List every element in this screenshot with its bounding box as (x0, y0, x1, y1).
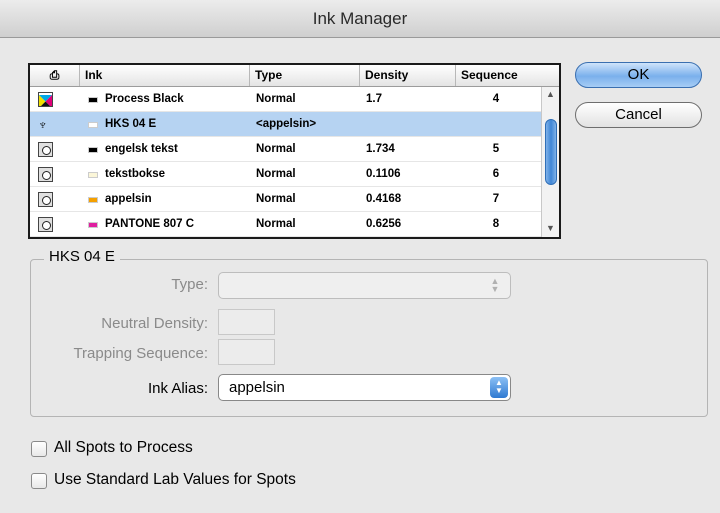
all-spots-to-process-label[interactable]: All Spots to Process (54, 439, 193, 457)
table-row[interactable]: appelsin Normal 0.4168 7 (30, 187, 541, 212)
ink-type-cell: Normal (256, 93, 296, 105)
ink-icon-cell[interactable] (30, 87, 80, 112)
ok-button[interactable]: OK (575, 62, 702, 88)
spot-icon (38, 192, 53, 207)
scroll-thumb[interactable] (545, 119, 557, 185)
ink-sequence-cell (456, 112, 536, 137)
ink-name-cell: PANTONE 807 C (80, 212, 250, 237)
ink-type-cell: <appelsin> (256, 118, 317, 130)
neutral-density-field[interactable] (218, 309, 275, 335)
ink-name: HKS 04 E (105, 118, 157, 130)
ink-density-cell: 0.1106 (366, 168, 401, 180)
spot-icon (38, 217, 53, 232)
ink-name: engelsk tekst (105, 143, 178, 155)
ink-swatch (88, 97, 98, 103)
ink-name: Process Black (105, 93, 184, 105)
ink-type-cell: Normal (256, 168, 296, 180)
table-scrollbar[interactable]: ▲ ▼ (541, 87, 559, 237)
alias-icon: ♆ (38, 117, 48, 132)
type-label: Type: (171, 276, 208, 293)
column-header-ink[interactable]: Ink (80, 65, 250, 86)
ink-icon-cell[interactable] (30, 187, 80, 212)
group-title: HKS 04 E (44, 248, 120, 265)
all-spots-to-process-checkbox[interactable] (31, 441, 47, 457)
ink-name-cell: HKS 04 E (80, 112, 250, 137)
table-row[interactable]: Process Black Normal 1.7 4 (30, 87, 541, 112)
ink-name: appelsin (105, 193, 152, 205)
ink-type-cell: Normal (256, 143, 296, 155)
table-row[interactable]: tekstbokse Normal 0.1106 6 (30, 162, 541, 187)
ink-icon-cell[interactable] (30, 212, 80, 237)
column-header-icon[interactable]: ⎙ (30, 65, 80, 86)
ink-sequence-cell: 4 (492, 93, 500, 105)
column-header-density[interactable]: Density (360, 65, 456, 86)
column-header-sequence[interactable]: Sequence (456, 65, 559, 86)
use-standard-lab-checkbox[interactable] (31, 473, 47, 489)
use-standard-lab-label[interactable]: Use Standard Lab Values for Spots (54, 471, 296, 489)
ink-name: PANTONE 807 C (105, 218, 195, 230)
ink-sequence-cell: 8 (492, 218, 500, 230)
ink-density-cell: 1.7 (366, 93, 382, 105)
select-arrows-icon: ▲ ▼ (490, 377, 508, 398)
scroll-up-arrow-icon[interactable]: ▲ (546, 89, 555, 99)
spot-icon (38, 167, 53, 182)
neutral-density-label: Neutral Density: (101, 315, 208, 332)
table-header: ⎙ Ink Type Density Sequence (30, 65, 559, 87)
ink-table: ⎙ Ink Type Density Sequence Process Blac… (28, 63, 561, 239)
ink-sequence-cell: 6 (492, 168, 500, 180)
trapping-sequence-field[interactable] (218, 339, 275, 365)
type-select[interactable]: ▲ ▼ (218, 272, 511, 299)
window-title: Ink Manager (0, 0, 720, 38)
ink-name: tekstbokse (105, 168, 166, 180)
ink-sequence-cell: 5 (492, 143, 500, 155)
trapping-sequence-label: Trapping Sequence: (73, 345, 208, 362)
ink-swatch (88, 222, 98, 228)
ink-type-cell: Normal (256, 193, 296, 205)
ink-icon-cell[interactable]: ♆ (30, 112, 80, 137)
ink-alias-label: Ink Alias: (147, 380, 208, 397)
spot-icon (38, 142, 53, 157)
ink-density-cell: 0.4168 (366, 193, 402, 205)
ink-swatch (88, 197, 98, 203)
ink-alias-select[interactable]: appelsin ▲ ▼ (218, 374, 511, 401)
scroll-down-arrow-icon[interactable]: ▼ (546, 223, 555, 233)
ink-name-cell: tekstbokse (80, 162, 250, 187)
ink-density-cell: 0.6256 (366, 218, 402, 230)
ink-swatch (88, 122, 98, 128)
updown-stepper-icon: ▲ ▼ (490, 276, 500, 294)
ink-swatch (88, 172, 98, 178)
ink-manager-dialog: ⎙ Ink Type Density Sequence Process Blac… (0, 39, 720, 513)
ink-type-cell: Normal (256, 218, 296, 230)
ink-name-cell: appelsin (80, 187, 250, 212)
ink-sequence-cell: 7 (492, 193, 500, 205)
ink-swatch (88, 147, 98, 153)
ink-alias-value: appelsin (229, 379, 285, 396)
ink-density-cell: 1.734 (366, 143, 395, 155)
table-row[interactable]: engelsk tekst Normal 1.734 5 (30, 137, 541, 162)
ink-icon-cell[interactable] (30, 162, 80, 187)
process-icon (38, 92, 53, 107)
ink-icon-cell[interactable] (30, 137, 80, 162)
cancel-button[interactable]: Cancel (575, 102, 702, 128)
ink-name-cell: Process Black (80, 87, 250, 112)
ink-name-cell: engelsk tekst (80, 137, 250, 162)
column-header-type[interactable]: Type (250, 65, 360, 86)
table-row[interactable]: PANTONE 807 C Normal 0.6256 8 (30, 212, 541, 237)
printer-icon: ⎙ (49, 68, 60, 82)
table-row[interactable]: ♆ HKS 04 E <appelsin> (30, 112, 541, 137)
